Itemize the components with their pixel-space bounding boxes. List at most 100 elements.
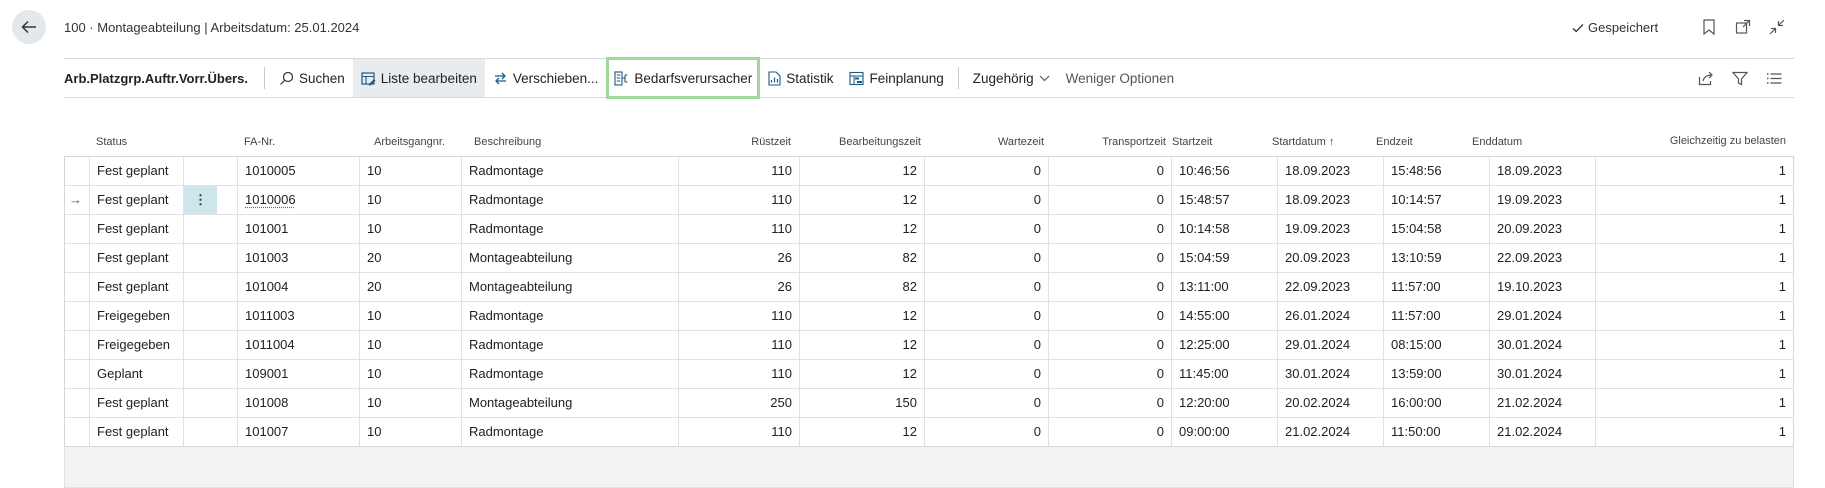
column-header-end-time[interactable]: Endzeit — [1376, 136, 1413, 148]
table-row[interactable]: Geplant 109001 10 Radmontage 110 12 0 0 11:45:00… — [65, 359, 1793, 388]
move-time-cell: 0 — [1048, 302, 1171, 330]
fewer-options-button[interactable]: Weniger Optionen — [1058, 59, 1183, 97]
row-actions-menu[interactable] — [183, 389, 217, 417]
move-time-cell: 0 — [1048, 186, 1171, 214]
run-time-cell: 82 — [799, 244, 924, 272]
related-label: Zugehörig — [973, 71, 1034, 86]
open-new-window-icon[interactable] — [1734, 18, 1752, 36]
table-row[interactable]: Fest geplant 101001 10 Radmontage 110 12 0 0 10:… — [65, 214, 1793, 243]
column-header-fa-nr[interactable]: FA-Nr. — [244, 136, 275, 148]
table-row[interactable]: Freigegeben 1011003 10 Radmontage 110 12 0 0 14:… — [65, 301, 1793, 330]
table-row[interactable]: Freigegeben 1011004 10 Radmontage 110 12 0 0 12:… — [65, 330, 1793, 359]
search-button[interactable]: Suchen — [271, 59, 353, 97]
fa-nr-cell[interactable]: 1010005 — [237, 157, 359, 185]
fa-nr-cell[interactable]: 101008 — [237, 389, 359, 417]
start-date-cell: 19.09.2023 — [1277, 215, 1383, 243]
fa-nr-cell[interactable]: 101007 — [237, 418, 359, 446]
row-indicator — [65, 389, 89, 417]
column-header-description[interactable]: Beschreibung — [474, 136, 541, 148]
related-menu-button[interactable]: Zugehörig — [965, 59, 1058, 97]
document-tree-icon — [614, 71, 629, 86]
table-body: Fest geplant 1010005 10 Radmontage 110 12 0 0 10… — [64, 156, 1794, 447]
fa-nr-cell[interactable]: 1010006 — [237, 186, 359, 214]
column-header-move-time[interactable]: Transportzeit — [1044, 136, 1166, 148]
column-header-start-date[interactable]: Startdatum ↑ — [1272, 136, 1334, 148]
start-time-cell: 15:04:59 — [1171, 244, 1277, 272]
row-actions-menu[interactable] — [183, 244, 217, 272]
run-time-cell: 12 — [799, 215, 924, 243]
bookmark-icon[interactable] — [1700, 18, 1718, 36]
fa-nr-cell[interactable]: 1011004 — [237, 331, 359, 359]
edit-list-label: Liste bearbeiten — [381, 71, 477, 86]
end-time-cell: 11:50:00 — [1383, 418, 1489, 446]
row-indicator — [65, 302, 89, 330]
column-header-setup-time[interactable]: Rüstzeit — [664, 136, 791, 148]
description-cell: Radmontage — [461, 186, 678, 214]
operation-no-cell: 20 — [359, 273, 461, 301]
edit-list-button[interactable]: Liste bearbeiten — [353, 59, 485, 97]
row-actions-menu[interactable] — [183, 157, 217, 185]
table-row[interactable]: Fest geplant 101007 10 Radmontage 110 12 0 0 09:… — [65, 417, 1793, 446]
column-header-end-date[interactable]: Enddatum — [1472, 136, 1522, 148]
operation-no-cell: 10 — [359, 389, 461, 417]
move-time-cell: 0 — [1048, 418, 1171, 446]
status-cell: Fest geplant — [89, 157, 183, 185]
start-time-cell: 12:20:00 — [1171, 389, 1277, 417]
table-row[interactable]: Fest geplant 101003 20 Montageabteilung 26 82… — [65, 243, 1793, 272]
table-row[interactable]: Fest geplant 101004 20 Montageabteilung 26 82… — [65, 272, 1793, 301]
end-date-cell: 21.02.2024 — [1489, 418, 1595, 446]
column-header-run-time[interactable]: Bearbeitungszeit — [801, 136, 921, 148]
status-cell: Fest geplant — [89, 418, 183, 446]
description-cell: Radmontage — [461, 331, 678, 359]
operation-no-cell: 10 — [359, 418, 461, 446]
run-time-cell: 12 — [799, 302, 924, 330]
end-time-cell: 13:10:59 — [1383, 244, 1489, 272]
column-header-status[interactable]: Status — [96, 136, 127, 148]
move-button[interactable]: Verschieben... — [485, 59, 607, 97]
table-row[interactable]: Fest geplant 1010005 10 Radmontage 110 12 0 0 10… — [65, 156, 1793, 185]
list-view-icon[interactable] — [1766, 71, 1782, 86]
row-actions-menu[interactable] — [183, 418, 217, 446]
description-cell: Radmontage — [461, 302, 678, 330]
back-button[interactable] — [12, 10, 46, 44]
action-bar-right-tools — [1698, 71, 1794, 86]
setup-time-cell: 110 — [678, 418, 799, 446]
collapse-icon[interactable] — [1768, 18, 1786, 36]
demand-origin-button[interactable]: Bedarfsverursacher — [606, 57, 760, 99]
setup-time-cell: 110 — [678, 186, 799, 214]
operation-no-cell: 10 — [359, 186, 461, 214]
fine-planning-button[interactable]: Feinplanung — [841, 59, 951, 97]
move-time-cell: 0 — [1048, 273, 1171, 301]
table-row[interactable]: → Fest geplant 1010006 10 Radmontage 110 12 0 0 1… — [65, 185, 1793, 214]
row-actions-menu[interactable]: ⋮ — [183, 186, 217, 214]
end-time-cell: 10:14:57 — [1383, 186, 1489, 214]
status-cell: Freigegeben — [89, 331, 183, 359]
row-actions-menu[interactable] — [183, 360, 217, 388]
row-actions-menu[interactable] — [183, 331, 217, 359]
column-header-start-time[interactable]: Startzeit — [1172, 136, 1212, 148]
column-header-wait-time[interactable]: Wartezeit — [924, 136, 1044, 148]
fa-nr-cell[interactable]: 1011003 — [237, 302, 359, 330]
column-header-operation-no[interactable]: Arbeitsgangnr. — [374, 136, 445, 148]
fa-nr-cell[interactable]: 101004 — [237, 273, 359, 301]
row-actions-menu[interactable] — [183, 302, 217, 330]
row-indicator — [65, 273, 89, 301]
filter-icon[interactable] — [1732, 71, 1748, 86]
row-indicator: → — [65, 186, 89, 214]
header-icons — [1700, 18, 1786, 36]
row-actions-menu[interactable] — [183, 273, 217, 301]
fa-nr-cell[interactable]: 101001 — [237, 215, 359, 243]
wait-time-cell: 0 — [924, 186, 1048, 214]
fa-nr-cell[interactable]: 101003 — [237, 244, 359, 272]
row-actions-menu[interactable] — [183, 215, 217, 243]
saved-status-label: Gespeichert — [1588, 20, 1658, 35]
end-time-cell: 08:15:00 — [1383, 331, 1489, 359]
fa-nr-link[interactable]: 1010006 — [245, 192, 296, 207]
column-header-concurrent[interactable]: Gleichzeitig zu belasten — [1664, 134, 1786, 148]
run-time-cell: 82 — [799, 273, 924, 301]
table-row[interactable]: Fest geplant 101008 10 Montageabteilung 250 1… — [65, 388, 1793, 417]
search-icon — [279, 71, 294, 86]
statistics-button[interactable]: Statistik — [760, 59, 841, 97]
fa-nr-cell[interactable]: 109001 — [237, 360, 359, 388]
share-icon[interactable] — [1698, 71, 1714, 86]
